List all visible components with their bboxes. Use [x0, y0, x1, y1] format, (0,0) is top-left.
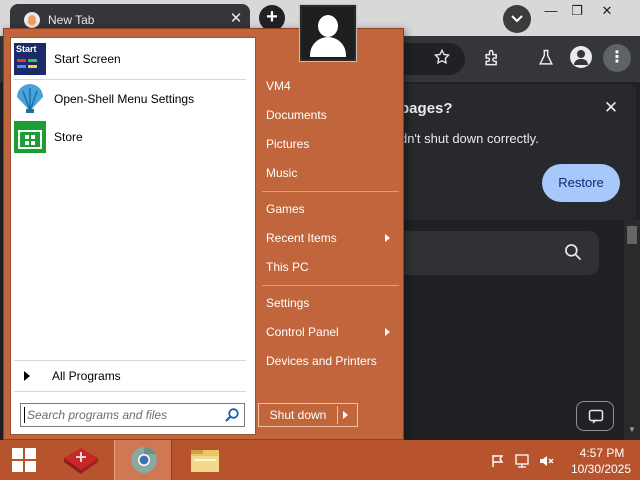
app-icon	[64, 448, 98, 474]
pinned-start-screen[interactable]: Start Start Screen	[14, 42, 252, 76]
profile-avatar-icon[interactable]	[570, 46, 592, 68]
taskbar-app-button[interactable]	[52, 440, 110, 480]
submenu-arrow-icon	[385, 328, 390, 336]
chrome-icon	[131, 446, 157, 473]
chrome-menu-button[interactable]: ⋮	[603, 44, 631, 72]
menu-item-settings[interactable]: Settings	[260, 290, 400, 316]
menu-item-vm4[interactable]: VM4	[260, 73, 400, 99]
text-caret	[24, 407, 25, 423]
menu-item-label: Games	[266, 202, 305, 216]
separator	[14, 79, 246, 80]
taskbar-file-explorer-button[interactable]	[176, 440, 234, 480]
clock-date[interactable]: 10/30/2025	[566, 462, 636, 476]
file-explorer-icon	[191, 450, 219, 472]
start-menu-programs-pane: Start Start Screen Open-Shell Menu Setti…	[10, 37, 256, 435]
menu-item-music[interactable]: Music	[260, 160, 400, 186]
menu-item-label: Control Panel	[266, 325, 339, 339]
menu-item-label: Recent Items	[266, 231, 337, 245]
shut-down-label: Shut down	[269, 408, 327, 422]
restore-button[interactable]: Restore	[542, 164, 620, 202]
separator	[262, 285, 399, 286]
menu-item-label: Pictures	[266, 137, 310, 151]
maximize-button[interactable]: ❐	[560, 0, 594, 24]
menu-item-documents[interactable]: Documents	[260, 102, 400, 128]
start-button[interactable]	[0, 440, 48, 480]
address-bar[interactable]	[395, 43, 465, 75]
separator	[337, 406, 338, 424]
close-window-button[interactable]: ✕	[590, 0, 624, 24]
search-icon[interactable]	[224, 407, 240, 423]
pinned-item-label: Store	[54, 130, 83, 144]
close-icon[interactable]: ✕	[600, 97, 622, 119]
tab-close-icon[interactable]: ✕	[227, 10, 245, 28]
submenu-arrow-icon	[385, 234, 390, 242]
tab-title: New Tab	[48, 13, 95, 27]
windows-logo-icon	[12, 448, 36, 472]
volume-muted-icon[interactable]	[539, 454, 554, 468]
chevron-down-icon	[511, 15, 523, 23]
all-programs-item[interactable]: All Programs	[14, 364, 252, 388]
separator	[262, 191, 399, 192]
menu-item-label: Documents	[266, 108, 327, 122]
shut-down-options-arrow-icon[interactable]	[343, 411, 348, 419]
customize-chrome-button[interactable]	[576, 401, 614, 431]
separator	[14, 360, 246, 361]
all-programs-label: All Programs	[52, 369, 121, 383]
menu-item-this-pc[interactable]: This PC	[260, 254, 400, 280]
start-menu-places-pane: VM4 Documents Pictures Music Games Recen…	[260, 29, 405, 441]
taskbar	[0, 440, 640, 480]
menu-item-control-panel[interactable]: Control Panel	[260, 319, 400, 345]
menu-item-label: Settings	[266, 296, 310, 310]
start-icon-text: Start	[16, 44, 37, 54]
bookmark-star-icon[interactable]	[433, 48, 451, 66]
action-center-flag-icon[interactable]	[491, 454, 505, 468]
menu-item-label: Devices and Printers	[266, 354, 377, 368]
start-screen-icon: Start	[14, 43, 46, 75]
search-icon	[565, 244, 582, 261]
pinned-item-label: Open-Shell Menu Settings	[54, 92, 195, 106]
clock-time[interactable]: 4:57 PM	[570, 446, 634, 460]
menu-item-devices-and-printers[interactable]: Devices and Printers	[260, 348, 400, 374]
store-icon	[14, 121, 46, 153]
scrollbar[interactable]	[624, 220, 640, 440]
user-silhouette-icon	[318, 15, 338, 37]
menu-item-recent-items[interactable]: Recent Items	[260, 225, 400, 251]
taskbar-chrome-button[interactable]	[114, 440, 172, 480]
edit-pencil-icon	[588, 409, 604, 424]
separator	[14, 391, 246, 392]
extensions-icon[interactable]	[482, 48, 502, 68]
start-menu: Start Start Screen Open-Shell Menu Setti…	[3, 28, 404, 440]
menu-item-label: VM4	[266, 79, 291, 93]
tab-search-button[interactable]	[503, 5, 531, 33]
expand-arrow-icon	[24, 371, 30, 381]
chrome-favicon-icon	[24, 12, 40, 28]
menu-item-label: Music	[266, 166, 298, 180]
menu-item-games[interactable]: Games	[260, 196, 400, 222]
user-account-picture[interactable]	[300, 5, 356, 61]
start-search-input[interactable]	[20, 403, 245, 427]
open-shell-icon	[14, 83, 46, 115]
labs-flask-icon[interactable]	[536, 48, 556, 68]
menu-item-label: This PC	[266, 260, 309, 274]
pinned-item-label: Start Screen	[54, 52, 121, 66]
scroll-down-icon[interactable]: ▼	[627, 426, 637, 434]
menu-item-pictures[interactable]: Pictures	[260, 131, 400, 157]
shut-down-button[interactable]: Shut down	[258, 403, 358, 427]
pinned-open-shell-settings[interactable]: Open-Shell Menu Settings	[14, 82, 252, 116]
network-icon[interactable]	[514, 453, 530, 469]
scrollbar-thumb[interactable]	[627, 226, 637, 244]
pinned-store[interactable]: Store	[14, 120, 252, 154]
